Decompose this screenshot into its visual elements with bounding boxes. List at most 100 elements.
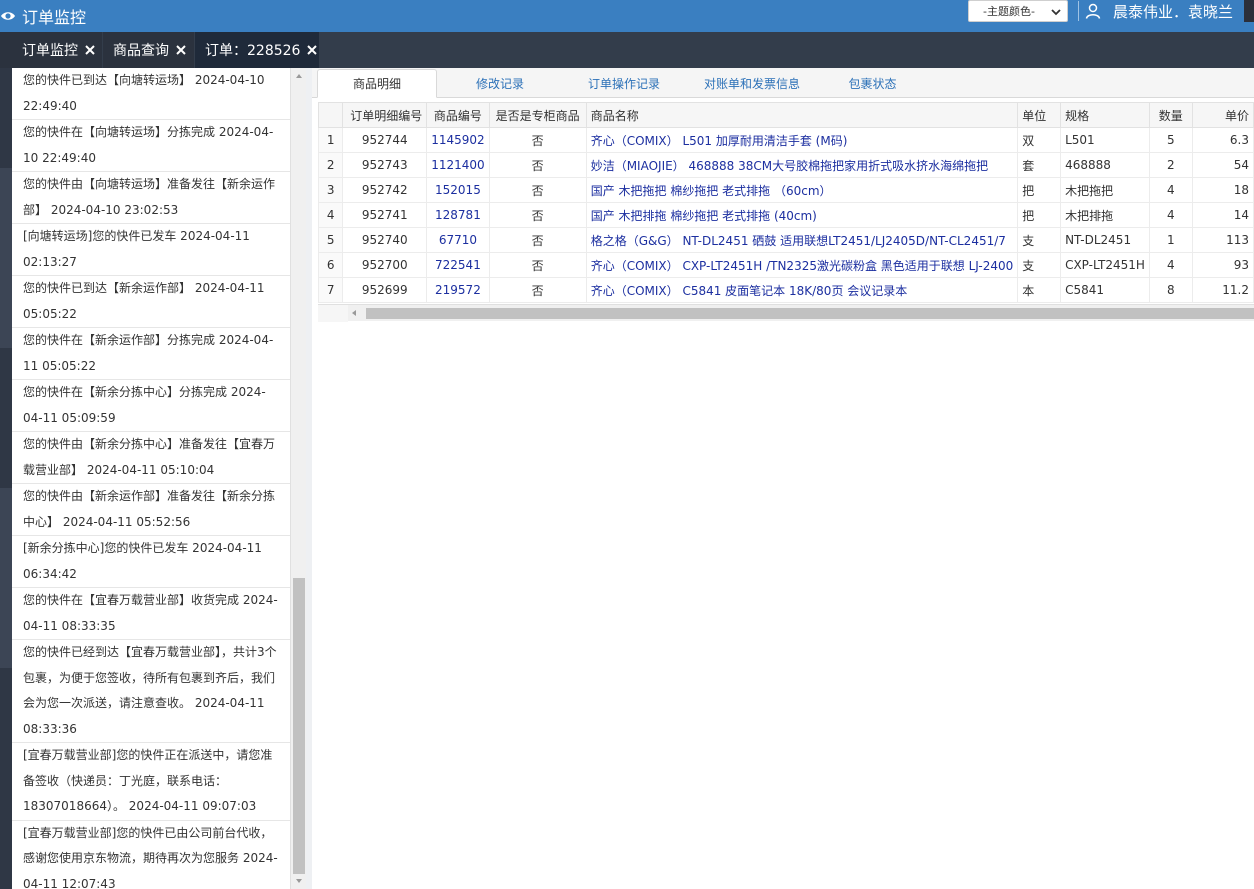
table-cell: 否 [488,252,587,278]
product-id-link[interactable]: 219572 [426,277,490,303]
tab-label: 商品查询 [113,43,169,59]
subtab-edit-log[interactable]: 修改记录 [440,69,560,98]
product-name-cell[interactable]: 齐心（COMIX） L501 加厚耐用清洁手套 (M码) [585,127,1019,153]
product-name-cell[interactable]: 妙洁（MIAOJIE） 468888 38CM大号胶棉拖把家用折式吸水挤水海绵拖… [585,152,1019,178]
list-item: [宜春万载营业部]您的快件正在派送中，请您准备签收（快递员：丁光庭，联系电话：1… [12,743,290,821]
table-row[interactable]: 1 952744 1145902 否齐心（COMIX） L501 加厚耐用清洁手套 (… [318,127,1254,153]
tracking-list: 您的快件已到达【向塘转运场】 2024-04-10 22:49:40 您的快件在… [12,68,290,889]
table-cell: 否 [488,152,587,178]
product-id-link[interactable]: 67710 [426,227,490,253]
table-row[interactable]: 2 952743 1121400 否妙洁（MIAOJIE） 468888 38CM大号… [318,152,1254,178]
list-item: 您的快件在【向塘转运场】分拣完成 2024-04-10 22:49:40 [12,120,290,172]
user-area[interactable]: 晨泰伟业．袁晓兰 [1078,0,1233,22]
product-id-link[interactable]: 722541 [426,252,490,278]
tab-strip-left [0,32,12,68]
table-cell: 952742 [342,177,428,203]
scroll-thumb[interactable] [366,308,1254,319]
list-item: 您的快件已经到达【宜春万载营业部】，共计3个包裹，为便于您签收，待所有包裹到齐后… [12,640,290,743]
table-cell: L501 [1060,127,1150,153]
product-name-cell[interactable]: 国产 木把拖把 棉纱拖把 老式排拖 （60cm） [585,177,1019,203]
column-header[interactable]: 是否是专柜商品 [488,102,587,128]
column-header[interactable]: 单位 [1017,102,1062,128]
table-cell: 93 [1191,252,1254,278]
scroll-left-icon[interactable] [348,307,360,319]
product-name-cell[interactable]: 齐心（COMIX） C5841 皮面笔记本 18K/80页 会议记录本 [585,277,1019,303]
product-id-link[interactable]: 128781 [426,202,490,228]
table-cell: 14 [1191,202,1254,228]
column-header[interactable]: 订单明细编号 [342,102,428,128]
brand: 订单监控 [0,0,86,32]
column-header[interactable]: 商品编号 [426,102,490,128]
subtab-package-status[interactable]: 包裹状态 [820,69,925,98]
table-cell: 木把排拖 [1060,202,1150,228]
table-cell: 把 [1017,202,1062,228]
list-item: 您的快件在【新余运作部】分拣完成 2024-04-11 05:05:22 [12,328,290,380]
close-icon[interactable] [175,44,187,56]
table-cell: 否 [488,227,587,253]
table-cell: 952743 [342,152,428,178]
table-cell: 6 [318,252,344,278]
header-divider [1078,1,1079,21]
table-row[interactable]: 6 952700 722541 否齐心（COMIX） CXP-LT2451H /TN2… [318,252,1254,278]
subtab-order-ops-log[interactable]: 订单操作记录 [564,69,684,98]
column-header[interactable]: 单价 [1191,102,1254,128]
table-cell: 2 [1148,152,1193,178]
table-row[interactable]: 5 952740 67710 否格之格（G&G） NT-DL2451 硒鼓 适用联想L… [318,227,1254,253]
product-id-link[interactable]: 152015 [426,177,490,203]
table-cell: 952700 [342,252,428,278]
tab-product-query[interactable]: 商品查询 [103,32,194,68]
table-cell: NT-DL2451 [1060,227,1150,253]
scroll-corner [318,305,348,322]
scroll-thumb[interactable] [293,578,305,874]
table-cell: 18 [1191,177,1254,203]
table-cell: 5 [318,227,344,253]
subtab-product-detail[interactable]: 商品明细 [317,69,437,98]
column-header[interactable]: 数量 [1148,102,1193,128]
scroll-up-icon[interactable] [291,68,307,84]
table-cell: 54 [1191,152,1254,178]
tracking-scrollbar[interactable] [290,68,306,889]
table-header-row: 订单明细编号 商品编号 是否是专柜商品 商品名称 单位 规格 数量 单价 [318,102,1254,128]
list-item: 您的快件已到达【向塘转运场】 2024-04-10 22:49:40 [12,68,290,120]
table-row[interactable]: 3 952742 152015 否国产 木把拖把 棉纱拖把 老式排拖 （60cm）把木… [318,177,1254,203]
table-cell: 11.2 [1191,277,1254,303]
list-item: 您的快件在【宜春万载营业部】收货完成 2024-04-11 08:33:35 [12,588,290,640]
tab-order-detail[interactable]: 订单：228526 [195,32,319,68]
table-row[interactable]: 7 952699 219572 否齐心（COMIX） C5841 皮面笔记本 18K/… [318,277,1254,303]
table-cell: 否 [488,127,587,153]
table-cell: 否 [488,177,587,203]
table-cell: 否 [488,277,587,303]
table-cell: 952740 [342,227,428,253]
table-cell: 113 [1191,227,1254,253]
list-item: [新余分拣中心]您的快件已发车 2024-04-11 06:34:42 [12,536,290,588]
close-icon[interactable] [306,44,318,56]
chevron-down-icon [1051,9,1061,16]
table-cell: C5841 [1060,277,1150,303]
close-icon[interactable] [84,44,96,56]
product-id-link[interactable]: 1145902 [426,127,490,153]
tab-strip: 订单监控 商品查询 订单：228526 [0,32,1254,68]
product-name-cell[interactable]: 格之格（G&G） NT-DL2451 硒鼓 适用联想LT2451/LJ2405D… [585,227,1019,253]
table-cell: 双 [1017,127,1062,153]
detail-subtabs: 商品明细 修改记录 订单操作记录 对账单和发票信息 包裹状态 [312,68,1254,98]
subtab-statement-invoice[interactable]: 对账单和发票信息 [687,69,817,98]
tab-order-monitor[interactable]: 订单监控 [12,32,102,68]
order-detail-content: 商品明细 修改记录 订单操作记录 对账单和发票信息 包裹状态 订单明细编号 商品… [312,68,1254,889]
table-row[interactable]: 4 952741 128781 否国产 木把排拖 棉纱拖把 老式排拖 (40cm) 把木… [318,202,1254,228]
table-cell: 8 [1148,277,1193,303]
product-name-cell[interactable]: 齐心（COMIX） CXP-LT2451H /TN2325激光碳粉盒 黑色适用于… [585,252,1019,278]
table-cell: 952741 [342,202,428,228]
scroll-down-icon[interactable] [291,873,307,889]
table-cell: 952744 [342,127,428,153]
product-name-cell[interactable]: 国产 木把排拖 棉纱拖把 老式排拖 (40cm) [585,202,1019,228]
table-cell: 木把拖把 [1060,177,1150,203]
theme-color-select[interactable]: -主题颜色- [968,0,1068,22]
table-cell: 952699 [342,277,428,303]
table-cell: 本 [1017,277,1062,303]
product-id-link[interactable]: 1121400 [426,152,490,178]
column-header[interactable]: 规格 [1060,102,1150,128]
list-item: 您的快件由【向塘转运场】准备发往【新余运作部】 2024-04-10 23:02… [12,172,290,224]
table-horizontal-scrollbar[interactable] [318,304,1254,322]
eye-icon [1,12,15,20]
column-header[interactable]: 商品名称 [585,102,1019,128]
